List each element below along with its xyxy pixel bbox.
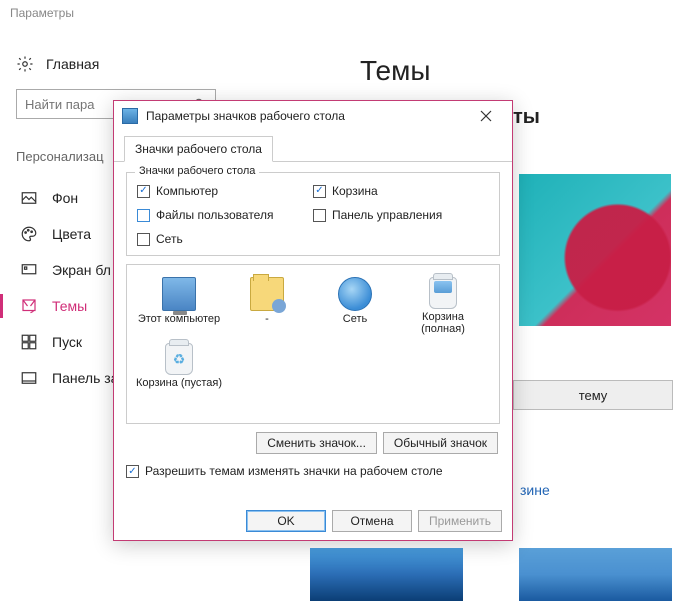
home-label: Главная [46,56,99,72]
checkbox-network[interactable]: Сеть [137,229,313,249]
themes-icon [20,297,38,315]
cancel-button[interactable]: Отмена [332,510,412,532]
checkbox-icon [137,209,150,222]
checkbox-icon: ✓ [126,465,139,478]
checkbox-recycle[interactable]: ✓ Корзина [313,181,489,201]
dialog-icon [122,108,138,124]
checkbox-label: Компьютер [156,184,218,198]
page-title: Темы [360,55,430,87]
home-link[interactable]: Главная [16,55,216,73]
icon-network[interactable]: Сеть [311,273,399,339]
tab-row: Значки рабочего стола [114,135,512,162]
checkbox-icon [313,209,326,222]
icon-bin-empty[interactable]: ♻ Корзина (пустая) [135,339,223,393]
monitor-icon [162,277,196,311]
checkbox-label: Сеть [156,232,183,246]
heading-fragment: ты [513,106,673,129]
icon-label: Корзина (полная) [399,311,487,335]
lockscreen-icon [20,261,38,279]
checkbox-label: Панель управления [332,208,442,222]
palette-icon [20,225,38,243]
checkbox-label: Корзина [332,184,378,198]
apply-button[interactable]: Применить [418,510,502,532]
default-icon-button[interactable]: Обычный значок [383,432,498,454]
icon-label: Корзина (пустая) [136,377,222,389]
icon-label: - [265,313,269,325]
allow-themes-label: Разрешить темам изменять значки на рабоч… [145,464,443,478]
ok-button[interactable]: OK [246,510,326,532]
folder-user-icon [250,277,284,311]
checkbox-icon: ✓ [313,185,326,198]
checkbox-control-panel[interactable]: Панель управления [313,205,489,225]
dialog-footer: OK Отмена Применить [246,510,502,532]
nav-label: Цвета [52,226,91,242]
nav-label: Фон [52,190,78,206]
icon-preview-box: Этот компьютер - Сеть Корзина (полная) ♻… [126,264,500,424]
image-icon [20,189,38,207]
icon-user[interactable]: - [223,273,311,339]
tab-desktop-icons[interactable]: Значки рабочего стола [124,136,273,162]
nav-label: Экран бл [52,262,111,278]
theme-thumbnail-2[interactable] [310,548,463,601]
store-link-fragment[interactable]: зине [520,482,550,498]
dialog-title-text: Параметры значков рабочего стола [146,109,460,123]
nav-label: Панель за [52,370,118,386]
globe-icon [338,277,372,311]
nav-label: Темы [52,298,87,314]
theme-thumbnail-3[interactable] [519,548,672,601]
theme-button-fragment[interactable]: тему [513,380,673,410]
dialog-titlebar[interactable]: Параметры значков рабочего стола [114,101,512,131]
recycle-full-icon [429,277,457,309]
theme-thumbnail-1[interactable] [519,174,671,326]
checkbox-icon [137,233,150,246]
recycle-empty-icon: ♻ [165,343,193,375]
icons-groupbox: Значки рабочего стола ✓Компьютер Файлы п… [126,172,500,256]
icon-label: Сеть [343,313,367,325]
checkbox-icon: ✓ [137,185,150,198]
checkbox-computer[interactable]: ✓ Компьютер [137,181,313,201]
tab-body: Значки рабочего стола ✓ Компьютер Файлы п… [114,162,512,478]
checkbox-label: Файлы пользователя [156,208,273,222]
icon-this-pc[interactable]: Этот компьютер [135,273,223,339]
group-legend: Значки рабочего стола [135,165,259,177]
gear-icon [16,55,34,73]
app-title: Параметры [10,6,74,20]
taskbar-icon [20,369,38,387]
change-icon-button[interactable]: Сменить значок... [256,432,377,454]
start-icon [20,333,38,351]
desktop-icons-dialog: Параметры значков рабочего стола Значки … [113,100,513,541]
nav-label: Пуск [52,334,82,350]
allow-themes-checkbox[interactable]: ✓ Разрешить темам изменять значки на раб… [126,464,500,478]
icon-buttons-row: Сменить значок... Обычный значок [126,432,500,454]
checkbox-user-files[interactable]: Файлы пользователя [137,205,313,225]
close-button[interactable] [468,102,504,130]
icon-bin-full[interactable]: Корзина (полная) [399,273,487,339]
